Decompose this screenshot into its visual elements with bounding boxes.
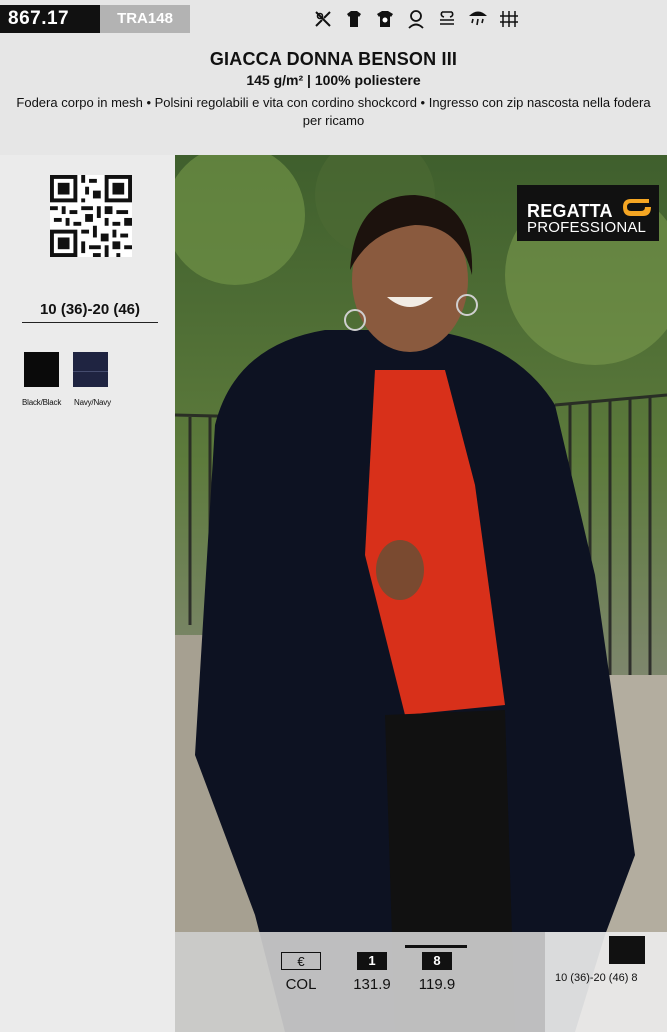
product-photo (175, 155, 667, 1032)
size-block: 10 (36)-20 (46) 8 (545, 932, 667, 1032)
currency-box: € (281, 952, 321, 970)
model-illustration (175, 155, 667, 1032)
dry-clean-icon (436, 8, 458, 30)
brand-swoosh-icon (623, 199, 651, 216)
product-header: GIACCA DONNA BENSON III 145 g/m² | 100% … (0, 35, 667, 155)
qty-1-box: 1 (357, 952, 387, 970)
size-range: 10 (36)-20 (46) (22, 301, 158, 323)
wind-icon (498, 8, 520, 30)
supplier-code: TRA148 (100, 5, 190, 33)
color-label-black: Black/Black (22, 398, 62, 407)
brand-line-2: PROFESSIONAL (527, 219, 647, 236)
size-block-text: 10 (36)-20 (46) 8 (555, 972, 638, 984)
qty-1-price: 131.9 (353, 976, 391, 993)
top-bar: 867.17 TRA148 (0, 0, 667, 35)
tumble-dry-icon (405, 8, 427, 30)
qr-code-icon (50, 175, 132, 257)
product-description: Fodera corpo in mesh • Polsini regolabil… (16, 95, 651, 128)
no-bleach-icon (312, 8, 334, 30)
rain-icon (467, 8, 489, 30)
qty-8-rule (405, 945, 467, 948)
swatch-divider (73, 371, 108, 372)
brand-logo: REGATTA PROFESSIONAL (517, 185, 659, 241)
qty-8-box: 8 (422, 952, 452, 970)
qty-8-price: 119.9 (418, 976, 456, 993)
care-icons (312, 7, 520, 31)
article-code: 867.17 (0, 5, 100, 33)
wash-icon (343, 8, 365, 30)
price-bar: € COL 1 131.9 8 119.9 (175, 932, 545, 1032)
product-title: GIACCA DONNA BENSON III (209, 49, 458, 69)
product-subtitle: 145 g/m² | 100% poliestere (246, 72, 421, 88)
color-swatch-black[interactable] (24, 352, 59, 387)
size-block-square (609, 936, 645, 964)
col-label: COL (285, 976, 317, 993)
color-label-navy: Navy/Navy (74, 398, 111, 407)
product-sidebar: 10 (36)-20 (46) Black/Black Navy/Navy (0, 155, 175, 1032)
color-swatch-navy[interactable] (73, 352, 108, 387)
iron-icon (374, 8, 396, 30)
